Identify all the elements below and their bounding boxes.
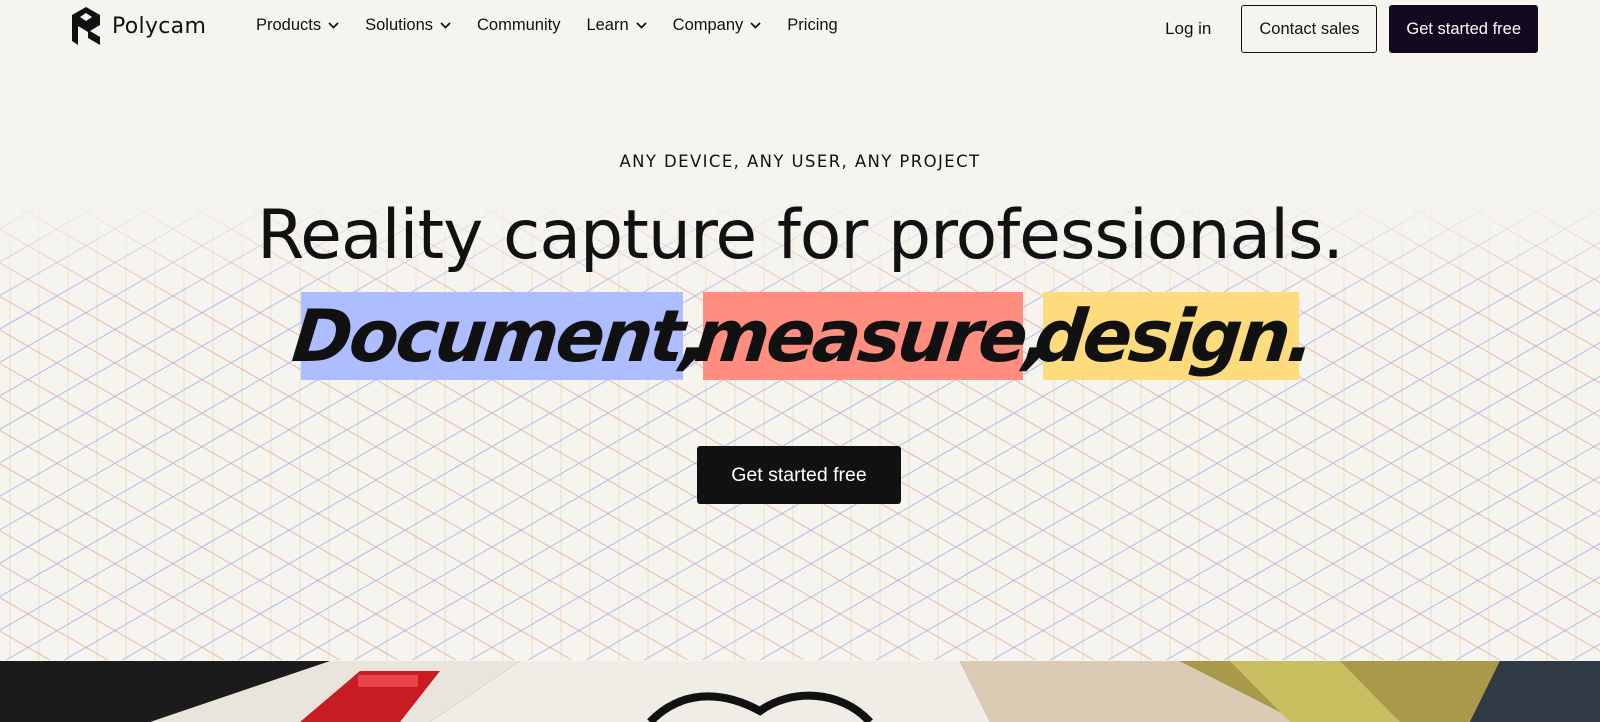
nav-item-solutions[interactable]: Solutions — [365, 16, 451, 35]
nav-item-company[interactable]: Company — [673, 16, 762, 35]
brand-logo[interactable]: Polycam — [70, 6, 206, 46]
nav-item-label: Company — [672, 16, 744, 34]
nav-item-label: Products — [256, 16, 322, 34]
highlight-document: Document, — [289, 292, 710, 380]
top-navigation: Polycam Products Solutions Community Lea… — [0, 0, 1600, 56]
polycam-logo-icon — [70, 7, 102, 45]
hero-video-preview[interactable] — [0, 661, 1600, 722]
get-started-hero-button[interactable]: Get started free — [697, 446, 901, 504]
highlight-measure: measure, — [691, 292, 1054, 380]
chevron-down-icon — [328, 22, 339, 29]
hero-headline: Reality capture for professionals. — [256, 196, 1344, 275]
video-frame-image — [0, 661, 1600, 722]
nav-actions: Log in Contact sales Get started free — [1165, 5, 1538, 53]
get-started-nav-button[interactable]: Get started free — [1389, 5, 1538, 53]
highlight-text: design. — [1030, 294, 1317, 378]
login-link[interactable]: Log in — [1165, 19, 1211, 39]
highlight-design: design. — [1031, 292, 1316, 380]
highlight-text: measure, — [690, 294, 1054, 378]
nav-item-label: Solutions — [365, 16, 434, 34]
nav-item-label: Learn — [586, 16, 629, 34]
chevron-down-icon — [750, 22, 761, 29]
chevron-down-icon — [440, 22, 451, 29]
chevron-down-icon — [636, 22, 647, 29]
highlight-text: Document, — [288, 294, 711, 378]
nav-item-community[interactable]: Community — [477, 16, 560, 35]
contact-sales-button[interactable]: Contact sales — [1241, 5, 1378, 53]
nav-item-products[interactable]: Products — [256, 16, 339, 35]
nav-item-learn[interactable]: Learn — [586, 16, 647, 35]
brand-name: Polycam — [112, 13, 207, 39]
hero-eyebrow: ANY DEVICE, ANY USER, ANY PROJECT — [619, 152, 981, 171]
nav-item-label: Pricing — [787, 16, 838, 34]
nav-item-pricing[interactable]: Pricing — [787, 16, 837, 35]
nav-item-label: Community — [477, 16, 561, 34]
hero-tagline: Document, measure, design. — [0, 292, 1600, 380]
main-menu: Products Solutions Community Learn Compa… — [256, 16, 864, 35]
